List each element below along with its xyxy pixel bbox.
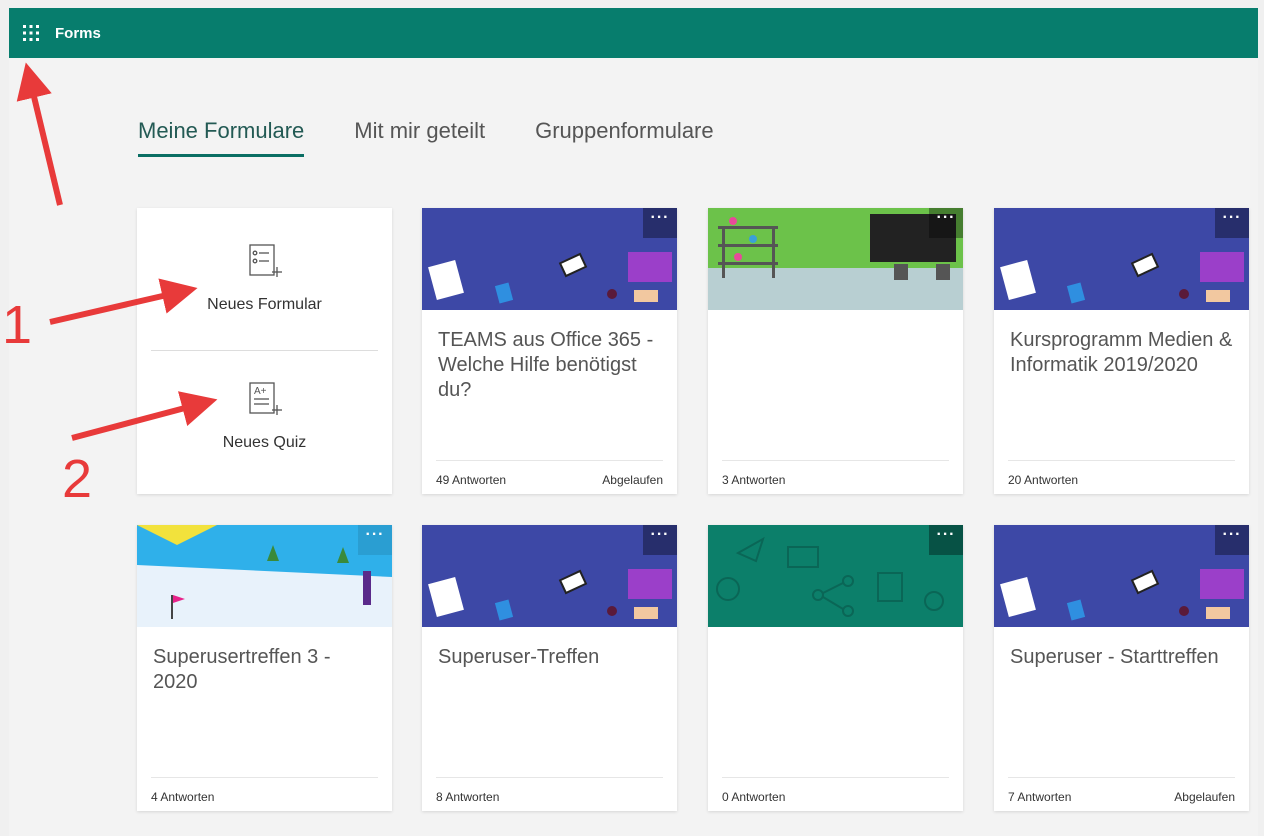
more-dots-icon: ··· [936, 209, 956, 226]
form-card[interactable]: ··· TEAMS aus Office 365 - Welche Hilfe … [422, 208, 677, 494]
desk-illustration [994, 208, 1249, 310]
form-card[interactable]: ··· Superuser - Starttreffen 7 Antworten… [994, 525, 1249, 811]
response-count: 3 Antworten [722, 473, 786, 487]
form-card[interactable]: ··· 0 Antworten [708, 525, 963, 811]
app-title[interactable]: Forms [55, 25, 101, 42]
response-count: 4 Antworten [151, 790, 215, 804]
desk-illustration [422, 525, 677, 627]
tab-mit-mir-geteilt[interactable]: Mit mir geteilt [354, 118, 485, 157]
more-dots-icon: ··· [650, 209, 670, 226]
response-count: 7 Antworten [1008, 790, 1072, 804]
card-footer: 7 Antworten Abgelaufen [1008, 777, 1235, 804]
new-quiz-icon: A+ [248, 382, 282, 415]
more-dots-icon: ··· [936, 526, 956, 543]
redacted-title [718, 671, 866, 691]
response-count: 8 Antworten [436, 790, 500, 804]
snow-illustration [137, 525, 392, 627]
card-banner: ··· [422, 208, 677, 310]
more-options-button[interactable]: ··· [643, 525, 677, 555]
tab-gruppenformulare[interactable]: Gruppenformulare [535, 118, 714, 157]
card-banner: ··· [708, 208, 963, 310]
card-banner: ··· [422, 525, 677, 627]
new-form-label: Neues Formular [207, 296, 322, 313]
card-footer: 8 Antworten [436, 777, 663, 804]
status-label: Abgelaufen [1174, 790, 1235, 804]
redacted-title [718, 649, 866, 669]
annotation-marker-2: 2 [62, 449, 93, 509]
svg-text:A+: A+ [254, 386, 267, 397]
card-title: Superuser-Treffen [438, 646, 600, 668]
more-dots-icon: ··· [1222, 526, 1242, 543]
card-title: Superusertreffen 3 - 2020 [153, 646, 331, 693]
forms-tabs: Meine Formulare Mit mir geteilt Gruppenf… [138, 118, 714, 157]
card-footer: 4 Antworten [151, 777, 378, 804]
card-footer: 49 Antworten Abgelaufen [436, 460, 663, 487]
card-banner: ··· [994, 525, 1249, 627]
more-options-button[interactable]: ··· [929, 208, 963, 238]
divider [151, 350, 378, 351]
response-count: 0 Antworten [722, 790, 786, 804]
form-card[interactable]: ··· Kursprogramm Medien & Informatik 201… [994, 208, 1249, 494]
new-quiz-label: Neues Quiz [222, 434, 307, 451]
more-dots-icon: ··· [365, 526, 385, 543]
new-form-button[interactable]: Neues Formular [137, 208, 392, 346]
new-form-panel: Neues Formular A+ Neues Quiz [137, 208, 392, 494]
new-form-icon [248, 244, 282, 277]
app-launcher-icon [23, 25, 39, 41]
card-banner: ··· [137, 525, 392, 627]
annotation-marker-1: 1 [2, 295, 33, 355]
form-card[interactable]: ··· Superuser-Treffen 8 Antworten [422, 525, 677, 811]
more-options-button[interactable]: ··· [643, 208, 677, 238]
desk-illustration [994, 525, 1249, 627]
redacted-title [718, 330, 918, 352]
desk-illustration [422, 208, 677, 310]
teal-icons-illustration [708, 525, 963, 627]
status-label: Abgelaufen [602, 473, 663, 487]
redacted-subtitle [430, 671, 558, 691]
form-card[interactable]: ··· 3 Antworten [708, 208, 963, 494]
card-footer: 3 Antworten [722, 460, 949, 487]
card-title: TEAMS aus Office 365 - Welche Hilfe benö… [438, 329, 654, 401]
tab-meine-formulare[interactable]: Meine Formulare [138, 118, 305, 157]
top-bar: Forms [9, 8, 1258, 58]
card-banner: ··· [708, 525, 963, 627]
response-count: 49 Antworten [436, 473, 507, 487]
more-options-button[interactable]: ··· [1215, 208, 1249, 238]
more-dots-icon: ··· [650, 526, 670, 543]
form-card[interactable]: ··· Superusertreffen 3 - 2020 4 Antworte… [137, 525, 392, 811]
more-options-button[interactable]: ··· [929, 525, 963, 555]
card-title: Superuser - Starttreffen [1010, 646, 1219, 668]
response-count: 20 Antworten [1008, 473, 1079, 487]
card-footer: 20 Antworten [1008, 460, 1235, 487]
card-title: Kursprogramm Medien & Informatik 2019/20… [1010, 329, 1233, 376]
lab-illustration [708, 208, 963, 310]
more-options-button[interactable]: ··· [1215, 525, 1249, 555]
more-options-button[interactable]: ··· [358, 525, 392, 555]
card-footer: 0 Antworten [722, 777, 949, 804]
main-content: Meine Formulare Mit mir geteilt Gruppenf… [9, 58, 1258, 836]
new-quiz-button[interactable]: A+ Neues Quiz [137, 352, 392, 490]
more-dots-icon: ··· [1222, 209, 1242, 226]
app-launcher-button[interactable] [9, 8, 53, 58]
card-banner: ··· [994, 208, 1249, 310]
